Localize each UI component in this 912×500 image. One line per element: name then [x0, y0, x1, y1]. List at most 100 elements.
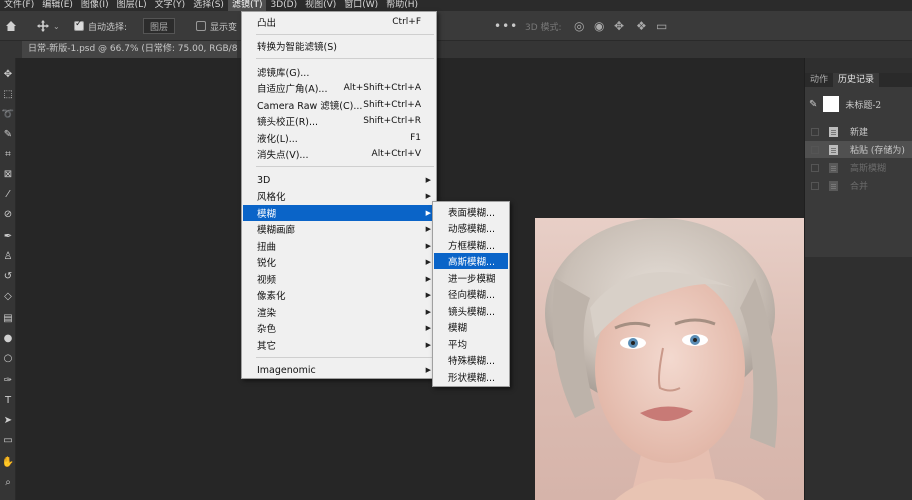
- type-icon[interactable]: T: [1, 394, 15, 408]
- menu-item-distort[interactable]: 扭曲 ▶: [243, 238, 435, 254]
- menu-item-filter-gallery[interactable]: 滤镜库(G)...: [243, 64, 435, 80]
- eraser-icon[interactable]: ◇: [1, 290, 15, 304]
- layer-select[interactable]: 图层: [143, 11, 176, 41]
- menu-item-blur-gallery[interactable]: 模糊画廊 ▶: [243, 221, 435, 237]
- menu-3d[interactable]: 3D(D): [266, 0, 301, 11]
- history-step[interactable]: 高斯模糊: [805, 159, 912, 176]
- menu-item-vanishing-point[interactable]: 消失点(V)... Alt+Ctrl+V: [243, 146, 435, 162]
- path-select-icon[interactable]: ➤: [1, 414, 15, 428]
- menu-help[interactable]: 帮助(H): [382, 0, 422, 11]
- submenu-item-average[interactable]: 平均: [434, 336, 508, 352]
- submenu-arrow-icon: ▶: [425, 366, 431, 374]
- menu-item-render[interactable]: 渲染 ▶: [243, 304, 435, 320]
- lasso-icon[interactable]: ➰: [1, 108, 15, 122]
- menu-item-adaptive-wide-angle[interactable]: 自适应广角(A)... Alt+Shift+Ctrl+A: [243, 80, 435, 96]
- quick-select-icon[interactable]: ✎: [1, 128, 15, 142]
- history-step[interactable]: 粘贴 (存储为): [805, 141, 912, 158]
- more-options-icon[interactable]: •••: [494, 11, 518, 41]
- history-step[interactable]: 新建: [805, 123, 912, 140]
- menu-view[interactable]: 视图(V): [301, 0, 340, 11]
- submenu-item-surface-blur[interactable]: 表面模糊...: [434, 204, 508, 220]
- submenu-item-smart-blur[interactable]: 特殊模糊...: [434, 352, 508, 368]
- stamp-icon[interactable]: ♙: [1, 250, 15, 264]
- orbit-3d-icon[interactable]: ◎: [574, 11, 584, 41]
- submenu-item-radial-blur[interactable]: 径向模糊...: [434, 286, 508, 302]
- submenu-item-shape-blur[interactable]: 形状模糊...: [434, 369, 508, 385]
- history-step-label: 高斯模糊: [850, 164, 887, 174]
- history-brush-icon[interactable]: ✎: [809, 99, 817, 110]
- healing-icon[interactable]: ⊘: [1, 208, 15, 222]
- history-list: ✎ 未标题-2 新建 粘贴 (存储为) 高斯模糊 合并: [805, 87, 912, 257]
- menu-item-liquify[interactable]: 液化(L)... F1: [243, 130, 435, 146]
- shape-icon[interactable]: ▭: [1, 434, 15, 448]
- menu-item-last-filter[interactable]: 凸出 Ctrl+F: [243, 14, 435, 30]
- menu-select[interactable]: 选择(S): [189, 0, 228, 11]
- eyedropper-icon[interactable]: ⁄: [1, 188, 15, 202]
- history-source-box[interactable]: [811, 163, 819, 172]
- blur-icon[interactable]: ●: [1, 332, 15, 346]
- crop-icon[interactable]: ⌗: [1, 148, 15, 162]
- history-source-box[interactable]: [811, 181, 819, 190]
- move-tool-icon[interactable]: [36, 11, 50, 41]
- submenu-item-blur-more[interactable]: 进一步模糊: [434, 270, 508, 286]
- home-icon[interactable]: [4, 11, 18, 41]
- show-transform-checkbox[interactable]: [196, 21, 206, 31]
- show-transform-option[interactable]: 显示变: [196, 11, 237, 41]
- scale-3d-icon[interactable]: ▭: [656, 11, 667, 41]
- history-source-box[interactable]: [811, 127, 819, 136]
- pen-icon[interactable]: ✑: [1, 374, 15, 388]
- menu-window[interactable]: 窗口(W): [340, 0, 382, 11]
- history-step[interactable]: 合并: [805, 177, 912, 194]
- menu-item-stylize[interactable]: 风格化 ▶: [243, 188, 435, 204]
- submenu-arrow-icon: ▶: [425, 209, 431, 217]
- menu-item-lens-correction[interactable]: 镜头校正(R)... Shift+Ctrl+R: [243, 113, 435, 129]
- history-source-box[interactable]: [811, 145, 819, 154]
- menu-item-pixelate[interactable]: 像素化 ▶: [243, 287, 435, 303]
- menu-type[interactable]: 文字(Y): [151, 0, 190, 11]
- document-icon: [829, 180, 838, 191]
- submenu-arrow-icon: ▶: [425, 291, 431, 299]
- submenu-item-box-blur[interactable]: 方框模糊...: [434, 237, 508, 253]
- chevron-down-icon[interactable]: ⌄: [53, 11, 60, 41]
- menu-item-sharpen[interactable]: 锐化 ▶: [243, 254, 435, 270]
- menu-item-other[interactable]: 其它 ▶: [243, 337, 435, 353]
- history-snapshot[interactable]: ✎ 未标题-2: [805, 92, 912, 116]
- menu-file[interactable]: 文件(F): [0, 0, 38, 11]
- gradient-icon[interactable]: ▤: [1, 312, 15, 326]
- auto-select-checkbox[interactable]: [74, 19, 84, 31]
- layer-select-value[interactable]: 图层: [143, 18, 176, 34]
- menu-item-blur[interactable]: 模糊 ▶: [243, 205, 435, 221]
- blur-submenu: 表面模糊... 动感模糊... 方框模糊... 高斯模糊... 进一步模糊 径向…: [432, 201, 510, 387]
- menu-layer[interactable]: 图层(L): [113, 0, 151, 11]
- pan-3d-icon[interactable]: ✥: [614, 11, 624, 41]
- portrait-photo: [535, 218, 804, 500]
- menu-edit[interactable]: 编辑(E): [38, 0, 77, 11]
- menu-item-camera-raw[interactable]: Camera Raw 滤镜(C)... Shift+Ctrl+A: [243, 97, 435, 113]
- hand-icon[interactable]: ✋: [1, 456, 15, 470]
- menu-item-video[interactable]: 视频 ▶: [243, 271, 435, 287]
- frame-icon[interactable]: ⊠: [1, 168, 15, 182]
- marquee-icon[interactable]: ⬚: [1, 88, 15, 102]
- submenu-item-lens-blur[interactable]: 镜头模糊...: [434, 303, 508, 319]
- slide-3d-icon[interactable]: ❖: [636, 11, 647, 41]
- submenu-item-gaussian-blur[interactable]: 高斯模糊...: [434, 253, 508, 269]
- history-brush-icon[interactable]: ↺: [1, 270, 15, 284]
- document-tab[interactable]: 日常-新版-1.psd @ 66.7% (日常修: 75.00, RGB/8#): [22, 41, 237, 58]
- menu-filter[interactable]: 滤镜(T): [227, 0, 267, 11]
- menu-item-3d[interactable]: 3D ▶: [243, 172, 435, 188]
- snapshot-thumbnail: [823, 96, 840, 112]
- auto-select-option[interactable]: 自动选择:: [74, 11, 127, 41]
- move-icon[interactable]: ✥: [1, 68, 15, 82]
- zoom-icon[interactable]: ⌕: [1, 476, 15, 490]
- tab-actions[interactable]: 动作: [805, 73, 833, 87]
- menu-item-imagenomic[interactable]: Imagenomic ▶: [243, 362, 435, 378]
- brush-icon[interactable]: ✒: [1, 230, 15, 244]
- submenu-item-motion-blur[interactable]: 动感模糊...: [434, 220, 508, 236]
- tab-history[interactable]: 历史记录: [833, 73, 880, 87]
- roll-3d-icon[interactable]: ◉: [594, 11, 604, 41]
- menu-item-smart-filter[interactable]: 转换为智能滤镜(S): [243, 38, 435, 54]
- dodge-icon[interactable]: ○: [1, 352, 15, 366]
- submenu-item-blur[interactable]: 模糊: [434, 319, 508, 335]
- menu-image[interactable]: 图像(I): [77, 0, 113, 11]
- menu-item-noise[interactable]: 杂色 ▶: [243, 320, 435, 336]
